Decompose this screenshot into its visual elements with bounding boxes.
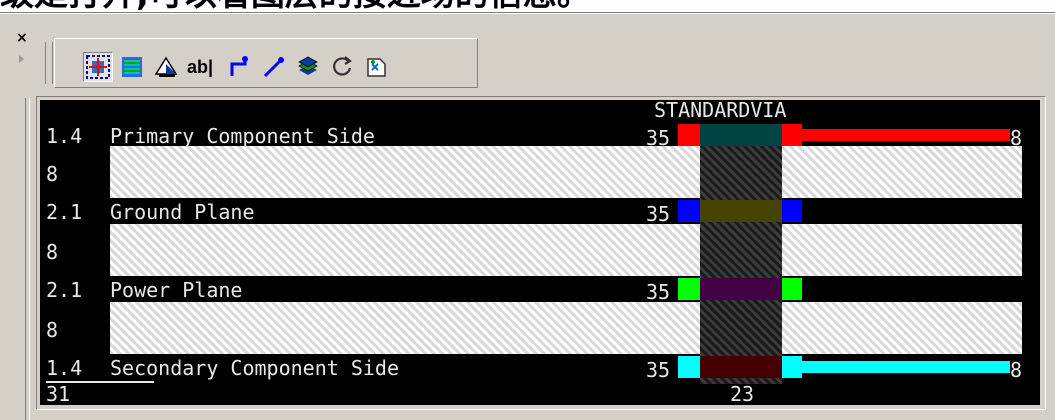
dielectric-thickness: 8 [46, 162, 59, 186]
stackup-toolbar: ab| [54, 38, 478, 88]
panel-splitter[interactable] [25, 98, 30, 420]
text-label-button[interactable]: ab| [185, 52, 215, 82]
shape-fill-button[interactable] [151, 52, 181, 82]
via-name-label: STANDARDVIA [654, 100, 787, 122]
via-pad-left [678, 356, 700, 378]
layer-thickness: 2.1 [46, 278, 83, 302]
layer-name[interactable]: Power Plane [110, 280, 242, 300]
via-width-value: 23 [730, 382, 755, 405]
dielectric-region [110, 146, 1022, 198]
via-pad-right [782, 278, 802, 300]
dielectric-region [110, 224, 1022, 276]
toolbar-grip[interactable] [45, 42, 53, 84]
layer-thickness: 1.4 [46, 356, 83, 380]
via-pad-left [678, 124, 700, 146]
via-pad-left [678, 278, 700, 300]
via-pad-right [782, 200, 802, 222]
refresh-button[interactable] [327, 52, 357, 82]
layers-button[interactable] [293, 52, 323, 82]
dielectric-thickness: 8 [46, 240, 59, 264]
via-pad-right [782, 124, 802, 146]
layer-name[interactable]: Secondary Component Side [110, 358, 399, 378]
via-pad-left [678, 200, 700, 222]
dielectric-region [110, 302, 1022, 354]
shape-fill-icon [154, 56, 178, 77]
dielectric-thickness: 8 [46, 318, 59, 342]
layer-right-value: 8 [1010, 358, 1023, 382]
via-barrel-segment [700, 278, 782, 300]
select-area-button[interactable] [83, 52, 113, 82]
route-step-button[interactable] [225, 52, 255, 82]
layer-stack-icon [122, 57, 142, 77]
layers-icon [298, 56, 318, 75]
refresh-icon [333, 56, 352, 76]
layer-width-value: 35 [646, 126, 671, 150]
stackup-canvas[interactable]: STANDARDVIA 1.4 Primary Component Side 3… [40, 100, 1040, 405]
close-icon[interactable]: × [16, 30, 28, 46]
export-button[interactable] [361, 52, 391, 82]
via-pad-right [782, 356, 802, 378]
layer-width-value: 35 [646, 280, 671, 304]
layer-name[interactable]: Primary Component Side [110, 126, 375, 146]
via-barrel-segment [700, 356, 782, 378]
select-area-icon [86, 55, 110, 79]
trace-bar [802, 129, 1010, 141]
export-icon [367, 58, 386, 77]
layer-width-value: 35 [646, 358, 671, 382]
diagonal-route-icon [263, 57, 284, 78]
total-thickness: 31 [46, 382, 71, 405]
via-barrel [700, 146, 782, 384]
layer-thickness: 1.4 [46, 124, 83, 148]
layer-right-value: 8 [1010, 126, 1023, 150]
via-barrel-segment [700, 124, 782, 146]
route-step-icon [230, 56, 248, 76]
expand-arrow-icon[interactable] [19, 55, 24, 63]
layer-thickness: 2.1 [46, 200, 83, 224]
layer-name[interactable]: Ground Plane [110, 202, 255, 222]
via-barrel-segment [700, 200, 782, 222]
layer-width-value: 35 [646, 202, 671, 226]
diagonal-route-button[interactable] [259, 52, 289, 82]
trace-bar [802, 361, 1010, 373]
page-caption: 级是打开,可以看图层的接近场的信息。 [0, 0, 1055, 10]
caption-divider [0, 12, 1055, 13]
text-label-icon: ab| [186, 56, 214, 77]
layer-stack-button[interactable] [117, 52, 147, 82]
